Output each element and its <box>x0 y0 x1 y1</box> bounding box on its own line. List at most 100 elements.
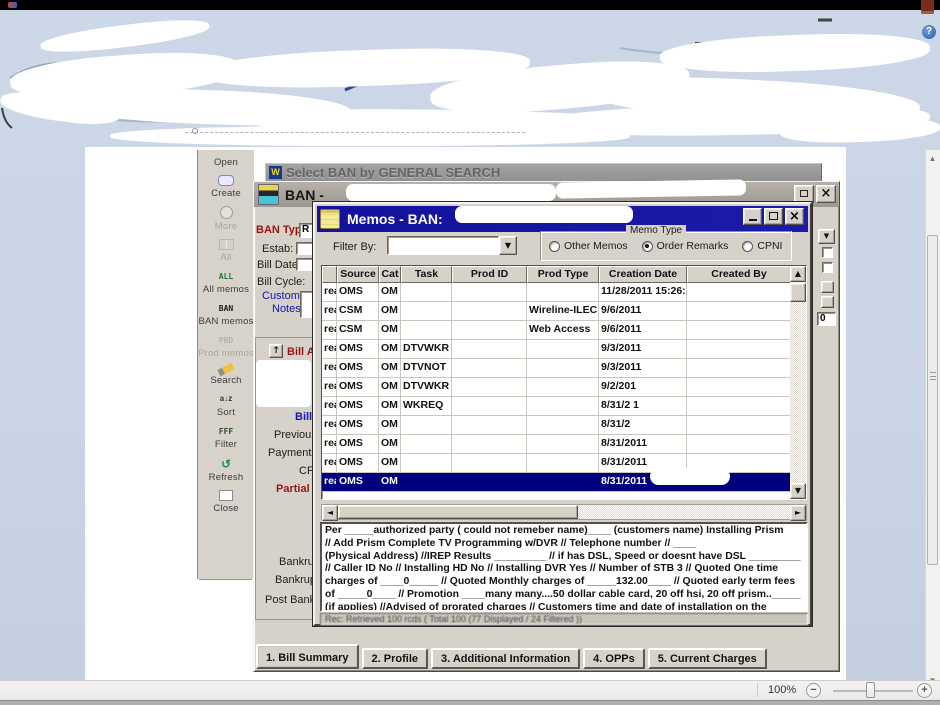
tab-current-charges[interactable]: 5. Current Charges <box>647 648 767 669</box>
table-vertical-scrollbar[interactable]: ▲ ▼ <box>790 266 806 499</box>
column-header-source[interactable]: Source <box>337 266 379 283</box>
tab-bill-summary[interactable]: 1. Bill Summary <box>256 644 359 669</box>
zoom-out-button[interactable]: − <box>806 683 821 698</box>
table-row[interactable]: reaCSMOM Web Access9/6/2011 <box>322 321 806 340</box>
tab-opps[interactable]: 4. OPPs <box>583 648 645 669</box>
ban-type-field[interactable]: R <box>299 223 313 238</box>
top-black-bar <box>0 0 940 10</box>
sidebar-item-open[interactable]: Open <box>198 154 254 168</box>
zoom-in-button[interactable]: + <box>917 683 932 698</box>
filter-by-combobox[interactable] <box>387 236 499 255</box>
column-header-task[interactable]: Task <box>401 266 452 283</box>
column-header-prod-id[interactable]: Prod ID <box>452 266 527 283</box>
checkbox-1[interactable] <box>822 247 833 258</box>
scroll-left-arrow[interactable]: ◄ <box>322 505 338 521</box>
table-row[interactable]: reaOMSOMDTVWKR 9/2/201 <box>322 378 806 397</box>
scroll-thumb[interactable] <box>790 283 806 302</box>
memos-dialog-title: Memos - BAN: <box>347 211 443 227</box>
close-button[interactable]: × <box>785 208 804 225</box>
cell-prod_id <box>452 454 527 472</box>
table-row[interactable]: reaOMSOM8/31/2011 <box>322 473 806 492</box>
help-icon[interactable]: ? <box>922 25 936 39</box>
ban-window-icon <box>258 184 279 205</box>
topbar-app-icon <box>8 2 17 8</box>
tab-additional-information[interactable]: 3. Additional Information <box>431 648 581 669</box>
bill-date-field[interactable] <box>296 258 313 271</box>
cell-creation_date: 8/31/2011 <box>599 435 687 453</box>
scroll-down-arrow[interactable]: ▼ <box>790 483 806 499</box>
sidebar-item-create[interactable]: Create <box>198 175 254 199</box>
table-horizontal-scrollbar[interactable]: ◄ ► <box>321 504 807 521</box>
scroll-right-arrow[interactable]: ► <box>790 505 806 521</box>
cell-flag: rea <box>322 435 337 453</box>
page-scroll-thumb[interactable] <box>927 235 938 565</box>
customer-notes-field[interactable] <box>300 291 313 318</box>
column-header-flag[interactable] <box>322 266 337 283</box>
table-row[interactable]: reaOMSOM 8/31/2 <box>322 416 806 435</box>
bill-aging-expand-button[interactable]: ↑ <box>269 344 283 358</box>
sidebar-item-search[interactable]: Search <box>198 362 254 386</box>
previous-label: Previou <box>274 429 312 441</box>
cell-prod_type <box>527 454 599 472</box>
sidebar-item-refresh[interactable]: ↺ Refresh <box>198 457 254 484</box>
table-row[interactable]: reaOMSOM 11/28/2011 15:26: <box>322 283 806 302</box>
customer-notes-link-2[interactable]: Notes <box>272 303 301 315</box>
cell-source: CSM <box>337 302 379 320</box>
table-row[interactable]: reaOMSOMDTVNOT 9/3/2011 <box>322 359 806 378</box>
sidebar-item-prod-memos: PRD Prod memos <box>198 334 254 360</box>
radio-other-memos[interactable]: Other Memos <box>549 240 628 252</box>
column-header-prod-type[interactable]: Prod Type <box>527 266 599 283</box>
table-row[interactable]: reaOMSOMDTVWKR 9/3/2011 <box>322 340 806 359</box>
cell-task <box>401 283 452 301</box>
maximize-button[interactable] <box>794 185 814 203</box>
cell-source: OMS <box>337 283 379 301</box>
radio-order-remarks[interactable]: Order Remarks <box>641 240 729 252</box>
dropdown-button[interactable]: ▼ <box>818 229 835 244</box>
page-scroll-up-arrow[interactable]: ▲ <box>926 152 939 165</box>
tab-profile[interactable]: 2. Profile <box>361 648 429 669</box>
close-button[interactable]: × <box>816 185 836 203</box>
maximize-button[interactable] <box>764 208 783 225</box>
sidebar-item-filter[interactable]: FFF Filter <box>198 425 254 451</box>
redaction-blob <box>346 184 556 201</box>
scroll-up-arrow[interactable]: ▲ <box>790 266 806 282</box>
column-header-creation-date[interactable]: Creation Date <box>599 266 687 283</box>
screenshot-stage: ? Open Create More All ALL All memos BAN BAN me… <box>0 0 940 705</box>
sidebar-item-close[interactable]: Close <box>198 490 254 514</box>
sidebar-item-ban-memos[interactable]: BAN BAN memos <box>198 302 254 328</box>
radio-label: Order Remarks <box>656 240 729 252</box>
small-gray-button-1[interactable] <box>821 281 834 293</box>
table-row[interactable]: reaOMSOM8/31/2011 <box>322 454 806 473</box>
cell-flag: rea <box>322 454 337 472</box>
zoom-slider-thumb[interactable] <box>866 682 875 698</box>
memo-type-groupbox: Memo Type Other Memos Order Remarks CPNI <box>540 225 792 261</box>
faint-dotted-line <box>185 132 525 133</box>
sidebar-item-all-memos[interactable]: ALL All memos <box>198 270 254 296</box>
column-header-created-by[interactable]: Created By <box>687 266 790 283</box>
column-header-cat[interactable]: Cat <box>379 266 401 283</box>
table-row[interactable]: reaCSMOM Wireline-ILEC9/6/2011 <box>322 302 806 321</box>
more-icon <box>219 206 233 219</box>
cell-cat: OM <box>379 283 401 301</box>
table-row[interactable]: reaOMSOM8/31/2011 <box>322 435 806 454</box>
credits-label: CF <box>299 465 314 477</box>
sidebar-item-label: More <box>214 221 238 232</box>
memo-text-line: Per _____authorized party ( could not re… <box>325 525 784 536</box>
cell-created_by <box>687 435 806 453</box>
select-ban-window-icon: W <box>269 166 282 179</box>
scroll-thumb[interactable] <box>338 505 578 519</box>
radio-cpni[interactable]: CPNI <box>742 240 782 252</box>
cell-created_by <box>687 359 806 377</box>
table-row[interactable]: reaOMSOMWKREQ 8/31/2 1 <box>322 397 806 416</box>
sidebar-item-sort[interactable]: a↓z Sort <box>198 393 254 418</box>
estab-field[interactable] <box>296 242 313 255</box>
checkbox-2[interactable] <box>822 262 833 273</box>
memo-text-area[interactable]: Per _____authorized party ( could not re… <box>320 522 808 612</box>
minimize-button[interactable] <box>743 208 762 225</box>
small-gray-button-2[interactable] <box>821 296 834 308</box>
sidebar-item-label: Create <box>211 188 241 199</box>
filter-dropdown-button[interactable]: ▼ <box>499 236 517 255</box>
ring-mark <box>192 128 198 134</box>
cell-cat: OM <box>379 435 401 453</box>
scroll-thumb-grip <box>930 372 936 380</box>
